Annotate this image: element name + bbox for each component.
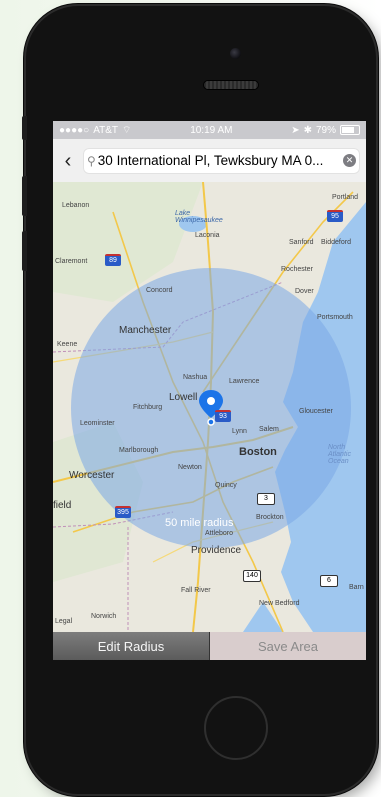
battery-icon [340,125,360,135]
map-label: Attleboro [205,530,234,537]
map-label: Barn [349,584,364,591]
map-label: Laconia [195,232,220,239]
map-label: Nashua [183,374,208,381]
map-label: Lynn [232,428,247,435]
map-label: Lake Winnipesaukee [175,210,223,224]
navigation-bar: ‹ ⚲ 30 International Pl, Tewksbury MA 0.… [53,139,366,183]
mute-switch [22,116,27,140]
map-label: Concord [146,287,173,294]
carrier-label: AT&T [93,124,119,136]
map-label: Legal [55,618,73,625]
map-label: Boston [239,446,277,458]
radius-label: 50 mile radius [165,517,234,529]
map-label: Rochester [281,266,313,273]
map-label: Leominster [80,420,115,427]
route-shield: 6 [320,575,338,587]
map-label: New Bedford [259,600,300,607]
route-shield: 395 [115,506,131,518]
map-label: Dover [295,288,314,295]
map-label: Lawrence [229,378,260,385]
route-shield: 95 [327,210,343,222]
map-label: Fitchburg [133,404,163,411]
wifi-icon: ⌔ [122,124,132,136]
map-label: Portland [332,194,359,201]
bottom-toolbar: Edit Radius Save Area [53,632,366,660]
map-label: Biddeford [321,239,351,246]
map-label: Worcester [69,470,115,481]
route-shield: 93 [215,410,231,422]
map-label: Keene [57,341,78,348]
status-time: 10:19 AM [190,124,233,136]
volume-up-button [22,176,27,216]
search-field[interactable]: ⚲ 30 International Pl, Tewksbury MA 0...… [83,147,360,174]
volume-down-button [22,231,27,271]
route-shield: 89 [105,254,121,266]
route-shield: 3 [257,493,275,505]
map-label: North Atlantic Ocean [328,444,351,465]
map-label: Fall River [181,587,211,594]
map-label: Portsmouth [317,314,353,321]
search-input[interactable]: 30 International Pl, Tewksbury MA 0... [98,153,341,168]
front-camera [230,48,241,59]
back-chevron-icon[interactable]: ‹ [59,151,77,171]
map-label: Providence [191,545,242,556]
route-shield: 140 [243,570,261,582]
screen: ●●●●○ AT&T ⌔ 10:19 AM ➤ ✱ 79% ‹ ⚲ 30 Int… [53,121,366,660]
map-label: Quincy [215,482,237,489]
status-bar: ●●●●○ AT&T ⌔ 10:19 AM ➤ ✱ 79% [53,121,366,139]
map-label: Salem [259,426,279,433]
map-label: Gloucester [299,408,333,415]
map-label: Sanford [289,239,314,246]
map-label: Lebanon [62,202,90,209]
location-arrow-icon: ➤ [291,124,300,136]
map-label: Brockton [256,514,284,521]
bluetooth-icon: ✱ [303,124,312,136]
map-label: Newton [178,464,202,471]
battery-percent: 79% [315,124,336,136]
edit-radius-button[interactable]: Edit Radius [53,632,210,660]
map-view[interactable]: Lebanon Lake Winnipesaukee Laconia Sanfo… [53,182,366,632]
map-label: Manchester [119,325,172,336]
map-label: Claremont [55,258,88,265]
map-label: field [53,500,72,511]
map-label: Norwich [91,613,117,620]
map-label: Marlborough [119,447,159,454]
signal-icon: ●●●●○ [59,124,90,136]
map-label: Lowell [169,392,198,403]
earpiece-speaker [203,80,259,90]
save-area-button[interactable]: Save Area [210,632,366,660]
map-graphics [53,182,366,632]
clear-icon[interactable]: ✕ [343,154,356,167]
home-button[interactable] [204,696,268,760]
search-icon: ⚲ [87,153,96,168]
